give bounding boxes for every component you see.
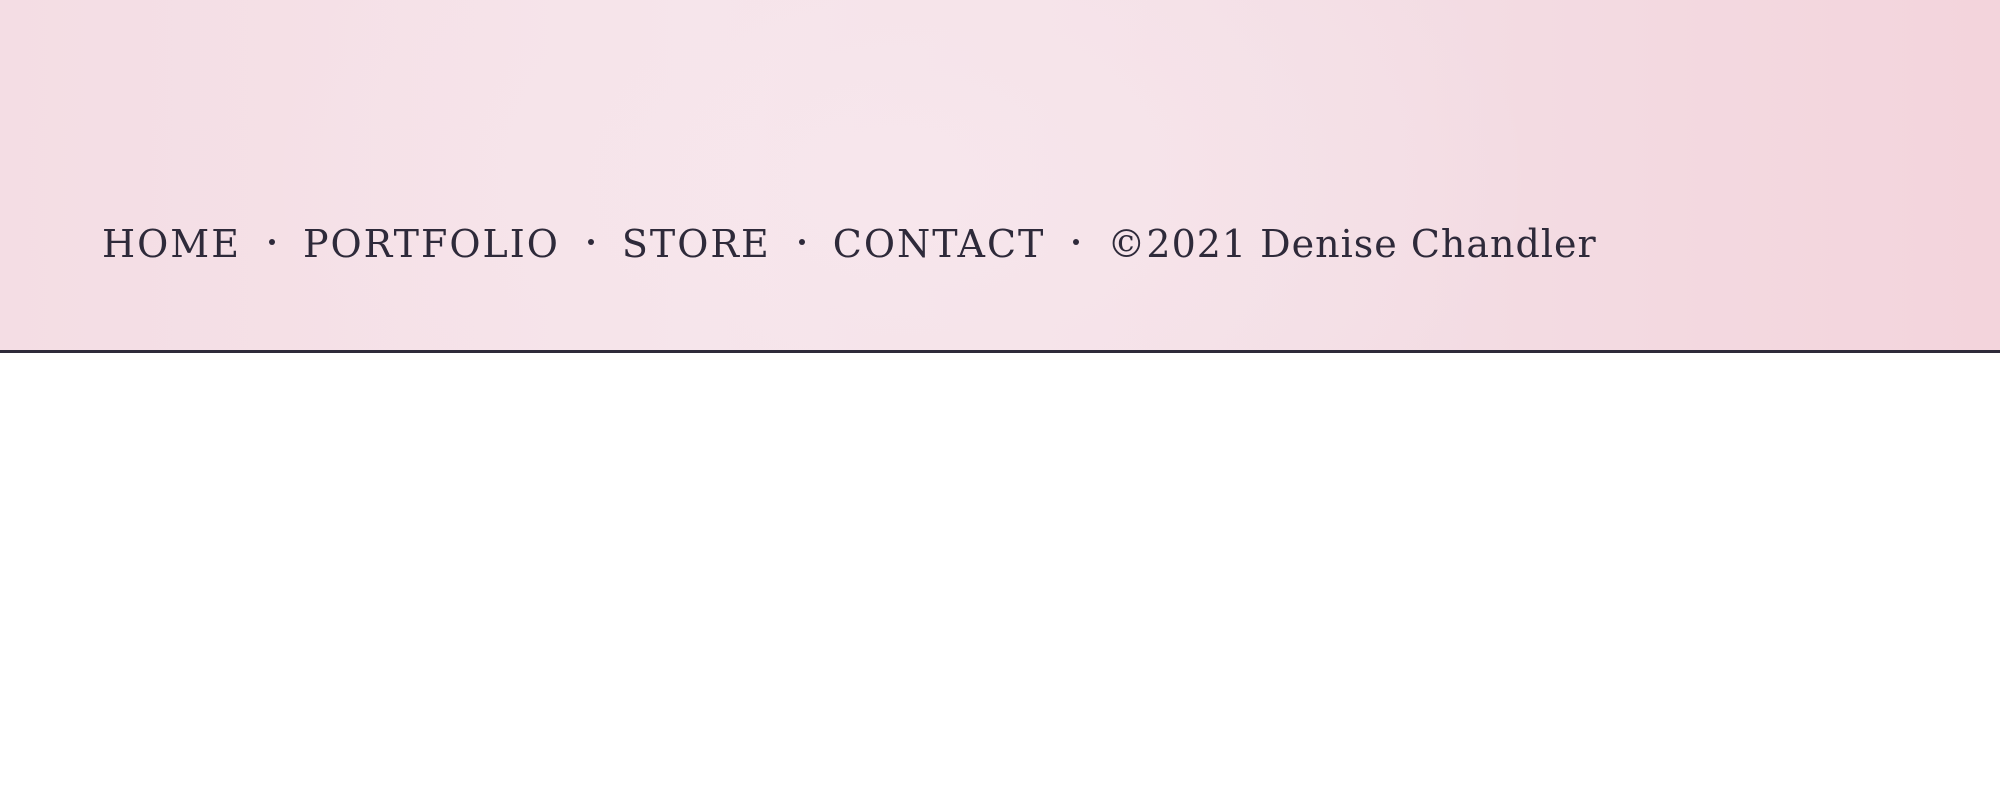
separator-dot bbox=[1073, 239, 1080, 245]
separator-dot bbox=[268, 239, 275, 245]
separator-dot bbox=[587, 239, 594, 245]
nav-link-contact[interactable]: CONTACT bbox=[833, 222, 1046, 266]
copyright-text: ©2021 Denise Chandler bbox=[1107, 222, 1597, 266]
site-footer: HOME PORTFOLIO STORE CONTACT ©2021 Denis… bbox=[0, 0, 2000, 353]
nav-link-store[interactable]: STORE bbox=[622, 222, 771, 266]
footer-nav: HOME PORTFOLIO STORE CONTACT ©2021 Denis… bbox=[102, 222, 1597, 266]
nav-link-portfolio[interactable]: PORTFOLIO bbox=[303, 222, 560, 266]
separator-dot bbox=[798, 239, 805, 245]
nav-link-home[interactable]: HOME bbox=[102, 222, 241, 266]
